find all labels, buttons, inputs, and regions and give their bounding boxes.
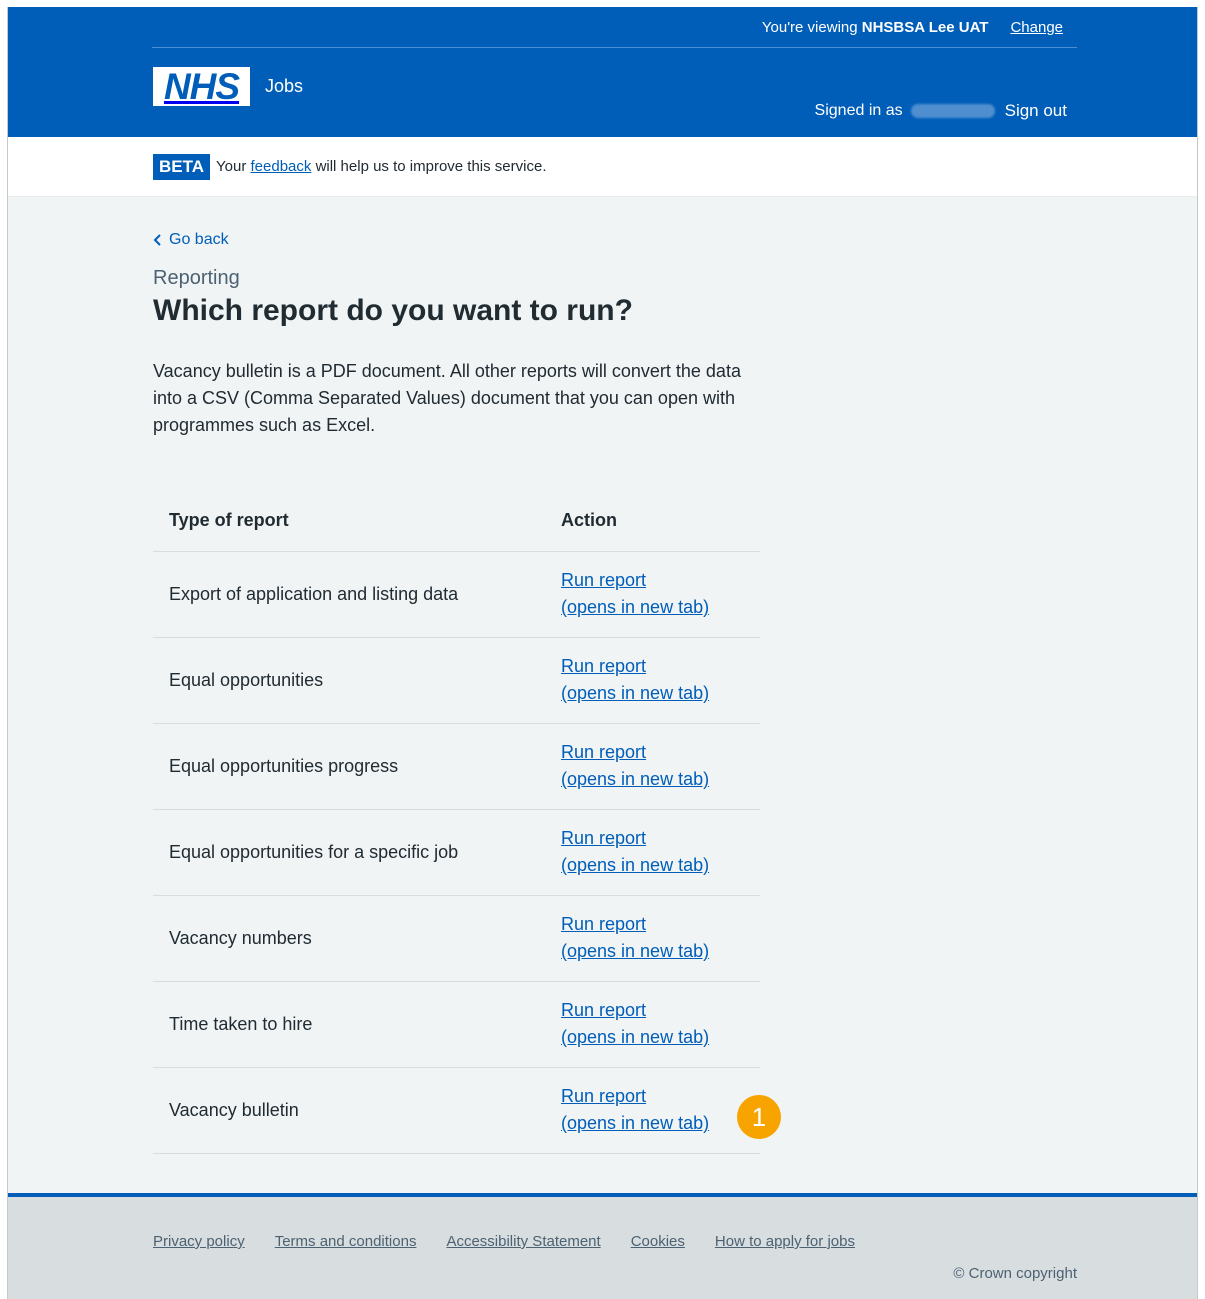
table-row: Equal opportunities for a specific job R… [153, 809, 760, 896]
run-report-link[interactable]: Run report (opens in new tab) [561, 911, 760, 965]
footer-link-cookies[interactable]: Cookies [631, 1233, 685, 1250]
report-type: Time taken to hire [153, 981, 545, 1068]
table-row: Vacancy bulletin Run report (opens in new… [153, 1067, 760, 1154]
run-report-link[interactable]: Run report (opens in new tab) [561, 997, 760, 1051]
report-action: Run report (opens in new tab) [545, 1067, 760, 1154]
report-type: Equal opportunities progress [153, 723, 545, 810]
report-type: Export of application and listing data [153, 551, 545, 638]
sign-out-link[interactable]: Sign out [1005, 101, 1067, 121]
report-action: Run report (opens in new tab) [545, 723, 760, 810]
report-type: Equal opportunities [153, 637, 545, 724]
nhs-logo-text: NHS [163, 66, 240, 107]
table-row: Time taken to hire Run report (opens in n… [153, 981, 760, 1068]
run-report-link-vacancy-bulletin[interactable]: Run report (opens in new tab) [561, 1083, 760, 1137]
table-row: Export of application and listing data R… [153, 551, 760, 638]
run-report-link[interactable]: Run report (opens in new tab) [561, 653, 760, 707]
column-header-type: Type of report [153, 490, 545, 552]
run-report-link[interactable]: Run report (opens in new tab) [561, 567, 760, 621]
column-header-action: Action [545, 490, 760, 552]
site-header: You're viewing NHSBSA Lee UAT Change NHS… [8, 7, 1197, 137]
feedback-link[interactable]: feedback [251, 158, 312, 175]
viewing-organisation: NHSBSA Lee UAT [861, 18, 989, 36]
report-action: Run report (opens in new tab) [545, 637, 760, 724]
account-area: Signed in as Sign out [815, 101, 1067, 121]
footer-link-how-to-apply[interactable]: How to apply for jobs [715, 1233, 855, 1250]
footer-link-terms[interactable]: Terms and conditions [275, 1233, 417, 1250]
report-type: Vacancy numbers [153, 895, 545, 982]
beta-tag: BETA [153, 153, 211, 180]
page-title: Which report do you want to run? [153, 294, 633, 327]
table-row: Vacancy numbers Run report (opens in new … [153, 895, 760, 982]
site-footer: Privacy policy Terms and conditions Acce… [8, 1193, 1197, 1299]
table-row: Equal opportunities Run report (opens in … [153, 637, 760, 724]
run-report-link[interactable]: Run report (opens in new tab) [561, 825, 760, 879]
chevron-left-icon [153, 234, 161, 246]
report-type: Equal opportunities for a specific job [153, 809, 545, 896]
signed-in-label: Signed in as [814, 102, 903, 119]
step-marker: 1 [737, 1095, 781, 1139]
footer-link-accessibility[interactable]: Accessibility Statement [446, 1233, 600, 1250]
reports-table: Type of report Action Export of applicat… [153, 490, 760, 1154]
table-header-row: Type of report Action [153, 490, 760, 552]
page-frame: You're viewing NHSBSA Lee UAT Change NHS… [7, 7, 1198, 1299]
service-name: Jobs [265, 76, 304, 96]
report-action: Run report (opens in new tab) [545, 981, 760, 1068]
change-organisation-link[interactable]: Change [1010, 19, 1063, 36]
report-type: Vacancy bulletin [153, 1067, 545, 1154]
viewing-text: You're viewing NHSBSA Lee UAT [761, 18, 989, 36]
copyright-text: © Crown copyright [953, 1265, 1077, 1282]
intro-text: Vacancy bulletin is a PDF document. All … [153, 361, 741, 435]
organisation-bar: You're viewing NHSBSA Lee UAT Change [152, 7, 1077, 48]
redacted-username [910, 104, 995, 118]
report-action: Run report (opens in new tab) [545, 895, 760, 982]
run-report-link[interactable]: Run report (opens in new tab) [561, 739, 760, 793]
report-action: Run report (opens in new tab) [545, 809, 760, 896]
page-caption: Reporting [153, 267, 240, 289]
report-action: Run report (opens in new tab) [545, 551, 760, 638]
phase-banner: BETA Your feedback will help us to impro… [8, 137, 1197, 197]
footer-link-privacy[interactable]: Privacy policy [153, 1233, 245, 1250]
go-back-link[interactable]: Go back [153, 231, 229, 249]
nhs-logo[interactable]: NHS [153, 67, 250, 106]
table-row: Equal opportunities progress Run report(… [153, 723, 760, 810]
footer-links: Privacy policy Terms and conditions Acce… [153, 1233, 855, 1250]
